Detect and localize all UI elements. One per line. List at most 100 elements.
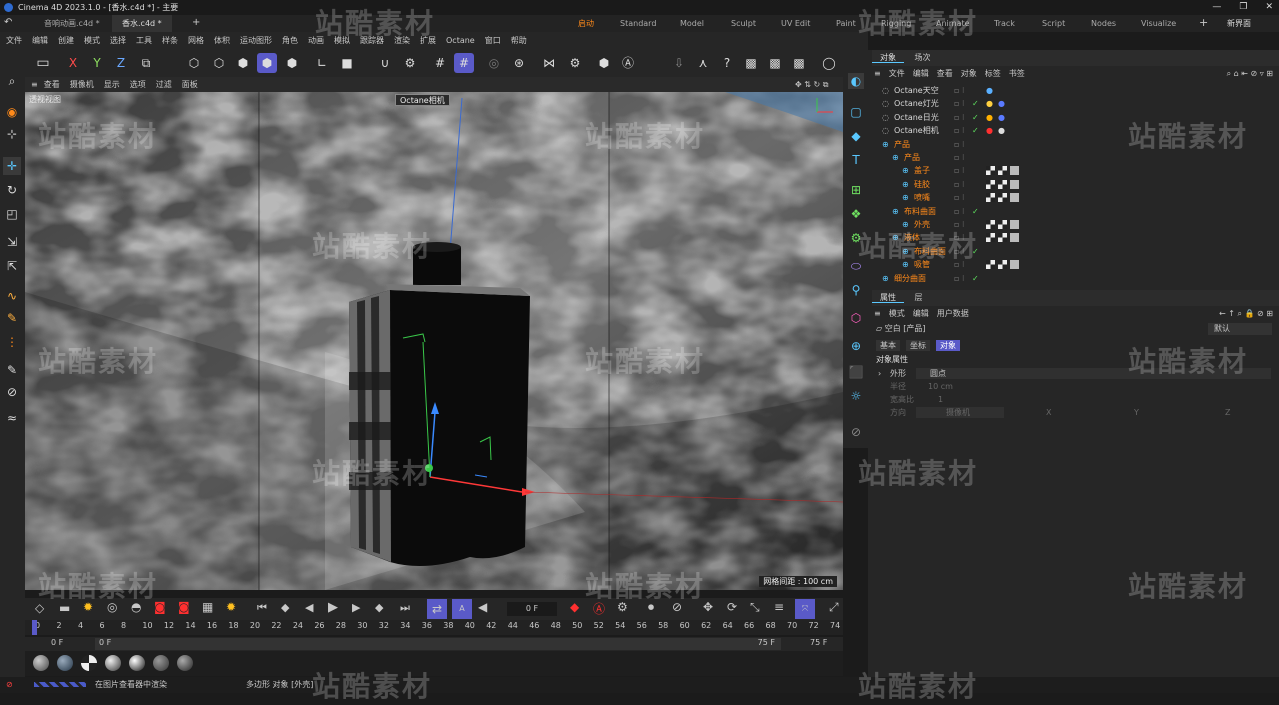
octane-live-viewer-icon[interactable]: Ⓐ	[618, 53, 638, 73]
render-region-icon[interactable]: ⊛	[509, 53, 529, 73]
object-menu-view[interactable]: 查看	[937, 66, 953, 81]
object-row[interactable]: ⊕ 细分曲面 ▫ ⁝ ✓	[868, 272, 1279, 285]
layout-new[interactable]: 新界面	[1227, 15, 1251, 32]
object-name[interactable]: 细分曲面	[894, 272, 926, 285]
orientation-dropdown[interactable]: 摄像机	[916, 407, 1004, 418]
material-tag-icon[interactable]	[986, 220, 995, 229]
checker-icon[interactable]: ▦	[202, 600, 213, 614]
expand-icon[interactable]: ›	[878, 367, 881, 380]
move-tool-icon[interactable]: ✛	[3, 157, 21, 175]
octane-settings-icon[interactable]: ◯	[819, 53, 839, 73]
object-row[interactable]: ◌ Octane灯光 ▫ ⁝ ✓ ● ●	[868, 97, 1279, 110]
object-name[interactable]: 喷嘴	[914, 191, 930, 204]
help-icon[interactable]: ?	[717, 53, 737, 73]
menu-tracker[interactable]: 跟踪器	[360, 32, 384, 49]
lock-workplane-icon[interactable]: ◎	[484, 53, 504, 73]
attr-nav-icons[interactable]: ← ↑ ⌕ 🔒 ⊘ ⊞	[1219, 306, 1273, 321]
material-4-icon[interactable]	[105, 655, 121, 671]
text-object-icon[interactable]: T	[848, 152, 864, 168]
end-frame[interactable]: 75 F	[810, 638, 827, 647]
layout-rigging[interactable]: Rigging	[881, 15, 911, 32]
material-2-icon[interactable]	[57, 655, 73, 671]
scale-tool-icon[interactable]: ◰	[3, 205, 21, 223]
paint-brush-icon[interactable]: ✎	[3, 361, 21, 379]
axis-z-button[interactable]: Z	[111, 53, 131, 73]
material-tag-icon[interactable]	[1010, 220, 1019, 229]
snap-settings-icon[interactable]: ⚙	[400, 53, 420, 73]
viewport-menu-display[interactable]: 显示	[104, 77, 120, 92]
visibility-toggle[interactable]: ▫ ⁝	[954, 84, 965, 97]
object-menu-edit[interactable]: 编辑	[913, 66, 929, 81]
menu-render[interactable]: 渲染	[394, 32, 410, 49]
solo-icon[interactable]: ■	[337, 53, 357, 73]
radius-field[interactable]: 10 cm	[928, 380, 953, 393]
menu-file[interactable]: 文件	[6, 32, 22, 49]
spline-object-icon[interactable]: ▢	[848, 104, 864, 120]
object-menu-tags[interactable]: 标签	[985, 66, 1001, 81]
layout-visualize[interactable]: Visualize	[1141, 15, 1176, 32]
viewport-menu-icon[interactable]: ≡	[31, 77, 38, 92]
cube-object-icon[interactable]: ◆	[848, 128, 864, 144]
layout-model[interactable]: Model	[680, 15, 704, 32]
autokey-record-icon[interactable]: Ⓐ	[593, 600, 605, 617]
octane-emission-icon[interactable]: ▬	[59, 601, 70, 615]
enabled-check-icon[interactable]: ✓	[972, 272, 979, 285]
material-tag-icon[interactable]	[986, 166, 995, 176]
axis-y-button[interactable]: Y	[87, 53, 107, 73]
fcurve-icon[interactable]: ⤢	[829, 600, 839, 615]
symmetry-icon[interactable]: ⋈	[539, 53, 559, 73]
joint-tool-icon[interactable]: ⋏	[693, 53, 713, 73]
snap-magnet-icon[interactable]: ∪	[375, 53, 395, 73]
viewport-menu-options[interactable]: 选项	[130, 77, 146, 92]
coordinate-system-icon[interactable]: ⧉	[136, 53, 156, 73]
visibility-toggle[interactable]: ▫ ⁝	[954, 191, 965, 204]
new-tab-icon[interactable]: +	[192, 17, 200, 28]
octane-target-icon[interactable]: ◎	[107, 600, 117, 614]
add-layout-icon[interactable]: +	[1199, 16, 1208, 29]
visibility-toggle[interactable]: ▫ ⁝	[954, 111, 965, 124]
object-name[interactable]: 产品	[904, 151, 920, 164]
maximize-button[interactable]: ❐	[1239, 0, 1247, 15]
subtab-basic[interactable]: 基本	[876, 339, 900, 351]
object-tag-icon[interactable]: ●	[986, 111, 993, 124]
menu-mode[interactable]: 模式	[84, 32, 100, 49]
sun-icon[interactable]: ✹	[226, 600, 236, 614]
object-menu-bookmarks[interactable]: 书签	[1009, 66, 1025, 81]
object-menu-object[interactable]: 对象	[961, 66, 977, 81]
attr-menu-mode[interactable]: 模式	[889, 306, 905, 321]
grid-snap-icon[interactable]: #	[430, 53, 450, 73]
object-name[interactable]: Octane天空	[894, 84, 939, 97]
material-tag-icon[interactable]	[998, 179, 1007, 189]
tab-objects[interactable]: 对象	[872, 53, 904, 63]
menu-character[interactable]: 角色	[282, 32, 298, 49]
material-tag-icon[interactable]	[998, 166, 1007, 176]
object-row[interactable]: ◌ Octane相机 ▫ ⁝ ✓ ● ●	[868, 124, 1279, 137]
menu-help[interactable]: 帮助	[511, 32, 527, 49]
object-row[interactable]: ⊕ 布料曲面 ▫ ⁝ ✓	[868, 245, 1279, 258]
playhead[interactable]	[32, 620, 37, 635]
viewport-menu-filter[interactable]: 过滤	[156, 77, 172, 92]
key-settings-icon[interactable]: ⚙	[617, 600, 628, 614]
knife-tool-icon[interactable]: ⊘	[3, 383, 21, 401]
material-tag-icon[interactable]	[986, 179, 995, 189]
visibility-toggle[interactable]: ▫ ⁝	[954, 205, 965, 218]
material-blend-icon[interactable]	[153, 655, 169, 671]
object-row[interactable]: ⊕ 喷嘴 ▫ ⁝	[868, 191, 1279, 204]
menu-simulate[interactable]: 模拟	[334, 32, 350, 49]
visibility-toggle[interactable]: ▫ ⁝	[954, 151, 965, 164]
axis-mode-icon[interactable]: ∟	[312, 53, 332, 73]
points-mode-icon[interactable]: ⬡	[184, 53, 204, 73]
light-icon[interactable]: ☼	[848, 388, 864, 404]
go-to-end-icon[interactable]: ⏭	[400, 601, 410, 615]
doc-tab-audio[interactable]: 音响动画.c4d *	[34, 15, 110, 32]
menu-mograph[interactable]: 运动图形	[240, 32, 272, 49]
deformer-icon[interactable]: ⚙	[848, 230, 864, 246]
material-tag-icon[interactable]	[986, 233, 995, 243]
viewport-menu-panel[interactable]: 面板	[182, 77, 198, 92]
menu-extensions[interactable]: 扩展	[420, 32, 436, 49]
layout-standard[interactable]: Standard	[620, 15, 656, 32]
object-tag-icon[interactable]: ●	[998, 111, 1005, 124]
enabled-check-icon[interactable]: ✓	[972, 205, 979, 218]
preset-dropdown[interactable]: 默认	[1208, 323, 1272, 335]
layout-sculpt[interactable]: Sculpt	[731, 15, 756, 32]
